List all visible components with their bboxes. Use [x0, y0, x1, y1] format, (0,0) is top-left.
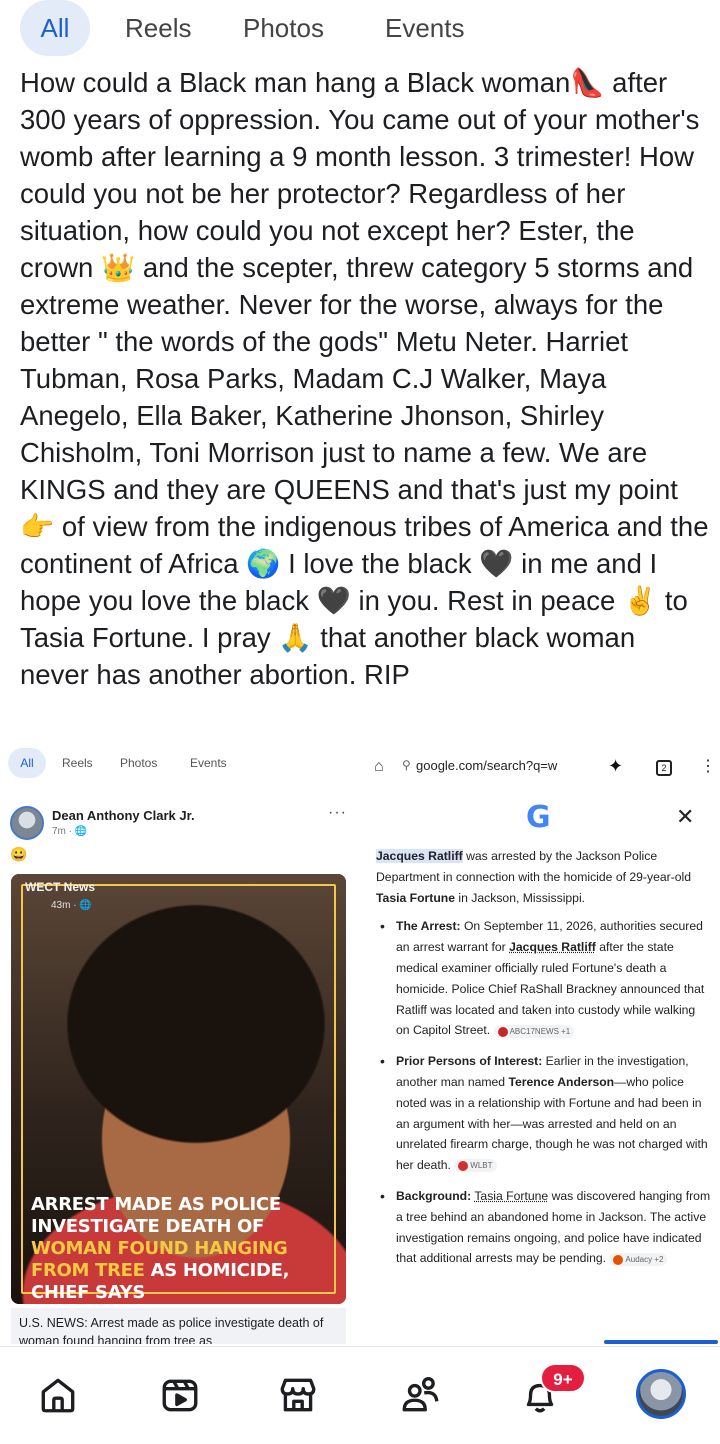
more-options-icon: ···	[328, 804, 347, 821]
close-icon: ✕	[676, 804, 695, 829]
facebook-screenshot: All Reels Photos Events Dean Anthony Cla…	[0, 740, 360, 1344]
post-text: How could a Black man hang a Black woman…	[20, 64, 710, 693]
tab-photos[interactable]: Photos	[243, 0, 324, 56]
news-source: WECT News	[25, 880, 96, 894]
scroll-indicator	[604, 1340, 718, 1344]
emoji-icon: 🖤	[479, 548, 514, 579]
google-screenshot: ⌂ ⚲ google.com/search?q=w ✦ 2 ⋮ G ✕ Jacq…	[364, 740, 720, 1344]
source-chip: WLBT	[454, 1159, 497, 1173]
news-headline: ARREST MADE AS POLICE INVESTIGATE DEATH …	[31, 1194, 290, 1303]
notification-badge: 9+	[540, 1363, 586, 1393]
tab-all[interactable]: All	[20, 0, 90, 56]
google-logo: G	[526, 800, 551, 835]
sparkle-icon: ✦	[608, 756, 624, 776]
source-chip: Audacy +2	[609, 1252, 668, 1266]
post-header: Dean Anthony Clark Jr. 7m · 🌐 ···	[10, 804, 355, 848]
tune-icon: ⚲	[402, 758, 411, 772]
home-icon: ⌂	[374, 758, 384, 775]
post-text-segment: I love the black	[280, 548, 480, 579]
bottom-navigation: 9+	[0, 1346, 720, 1444]
post-emoji: 😀	[10, 846, 28, 862]
video-icon[interactable]	[152, 1367, 208, 1423]
tab-events[interactable]: Events	[385, 0, 465, 56]
mini-tab-all: All	[8, 748, 46, 778]
mini-tab-events: Events	[190, 756, 227, 770]
emoji-icon: ✌	[622, 585, 658, 616]
browser-toolbar: ⌂ ⚲ google.com/search?q=w ✦ 2 ⋮	[372, 752, 716, 784]
post-text-segment: and the scepter, threw category 5 storms…	[20, 252, 694, 505]
emoji-icon: 🌍	[246, 548, 281, 579]
url-text: google.com/search?q=w	[416, 758, 558, 773]
tab-count-icon: 2	[656, 760, 672, 776]
overview-intro: Jacques Ratliff was arrested by the Jack…	[376, 849, 692, 905]
home-icon[interactable]	[30, 1367, 86, 1423]
news-card: WECT News 43m · 🌐 ARREST MADE AS POLICE …	[11, 874, 346, 1304]
source-chip: ABC17NEWS +1	[493, 1024, 575, 1038]
filter-tabs: All Reels Photos Events	[0, 0, 720, 58]
emoji-icon: 🖤	[316, 585, 351, 616]
kebab-menu-icon: ⋮	[700, 758, 716, 775]
news-time: 43m · 🌐	[51, 900, 92, 911]
author-name: Dean Anthony Clark Jr.	[52, 808, 195, 823]
post-meta: 7m · 🌐	[52, 826, 88, 837]
link-caption: U.S. NEWS: Arrest made as police investi…	[11, 1308, 346, 1344]
ai-overview: Jacques Ratliff was arrested by the Jack…	[376, 846, 712, 1279]
mini-tab-photos: Photos	[120, 756, 158, 770]
emoji-icon: 👉	[20, 511, 55, 542]
emoji-icon: 👠	[570, 67, 605, 98]
emoji-icon: 🙏	[278, 622, 313, 653]
marketplace-icon[interactable]	[270, 1367, 326, 1423]
post-text-segment: in you. Rest in peace	[350, 585, 623, 616]
post-image[interactable]: All Reels Photos Events Dean Anthony Cla…	[0, 740, 720, 1344]
bullet-prior-persons: Prior Persons of Interest: Earlier in th…	[376, 1051, 712, 1176]
bullet-background: Background: Tasia Fortune was discovered…	[376, 1186, 712, 1269]
bullet-arrest: The Arrest: On September 11, 2026, autho…	[376, 916, 712, 1041]
author-avatar	[10, 806, 44, 840]
mini-tab-reels: Reels	[62, 756, 93, 770]
post-text-segment: How could a Black man hang a Black woman	[20, 67, 571, 98]
emoji-icon: 👑	[101, 252, 136, 283]
friends-icon[interactable]	[392, 1367, 448, 1423]
profile-avatar[interactable]	[636, 1369, 686, 1419]
tab-reels[interactable]: Reels	[125, 0, 191, 56]
